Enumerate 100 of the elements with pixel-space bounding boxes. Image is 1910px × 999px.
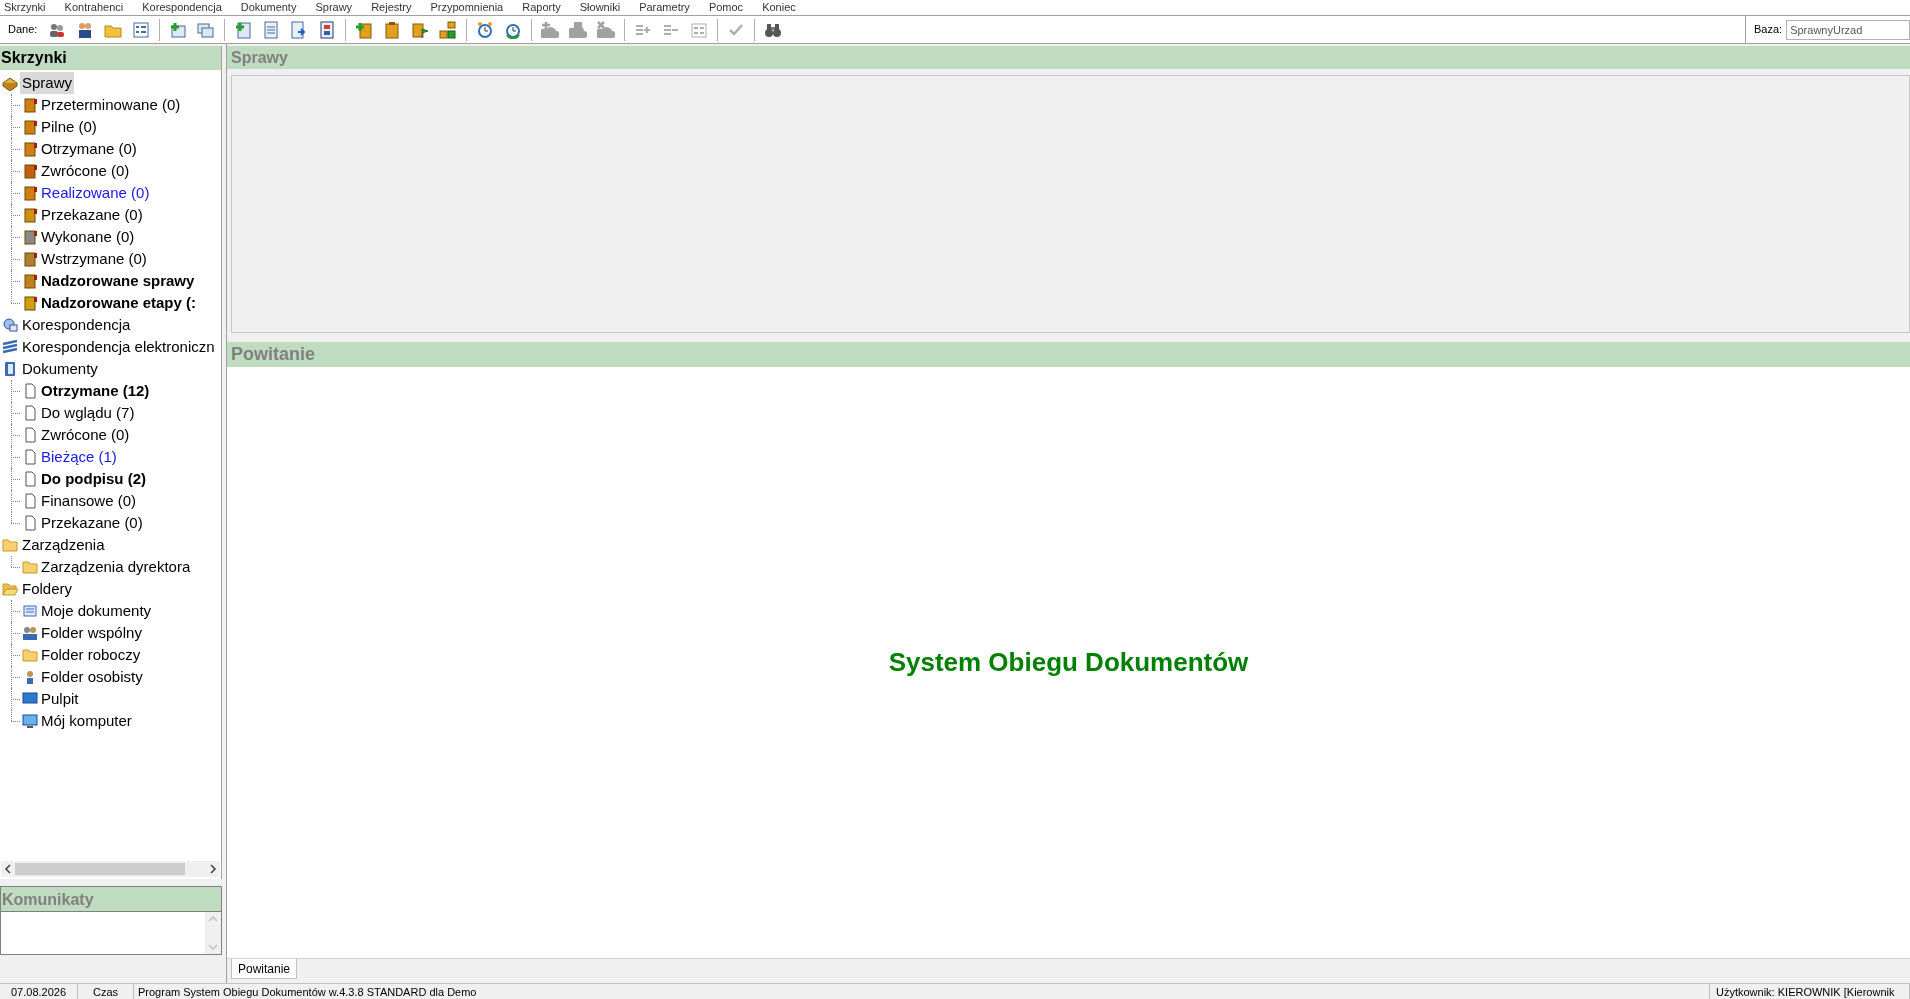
add-case-icon	[355, 20, 374, 39]
tree-item[interactable]: Przekazane (0)	[39, 511, 145, 535]
case-icon	[22, 295, 38, 311]
windows-icon	[197, 20, 216, 39]
folder-icon	[22, 647, 38, 663]
messages-title: Komunikaty	[1, 887, 221, 912]
toolbar-label: Dane:	[8, 22, 38, 38]
case-icon	[22, 273, 38, 289]
tree-item[interactable]: Otrzymane (12)	[39, 379, 152, 403]
sidebar-title: Skrzynki	[0, 46, 221, 70]
tree-item[interactable]: Sprawy	[20, 71, 75, 95]
tree-item[interactable]: Pilne (0)	[39, 115, 99, 139]
tree-item[interactable]: Realizowane (0)	[39, 181, 152, 205]
cloud-icon	[569, 20, 588, 39]
flag-case-icon	[411, 20, 430, 39]
tree-item[interactable]: Folder roboczy	[39, 643, 143, 667]
case-icon	[22, 119, 38, 135]
document-icon	[22, 471, 38, 487]
cloud-delete-icon	[597, 20, 616, 39]
menu-item[interactable]: Korespondencja	[142, 0, 222, 15]
tree-item[interactable]: Folder osobisty	[39, 665, 145, 689]
list-edit-icon	[690, 20, 709, 39]
tree-item[interactable]: Folder wspólny	[39, 621, 144, 645]
cloud-add-icon	[541, 20, 560, 39]
add-window-icon	[169, 20, 188, 39]
tree-item[interactable]: Nadzorowane sprawy	[39, 269, 197, 293]
document-icon	[22, 405, 38, 421]
document-icon	[22, 603, 38, 619]
document-icon	[22, 493, 38, 509]
tree-item[interactable]: Przekazane (0)	[39, 203, 145, 227]
menu-item[interactable]: Dokumenty	[240, 0, 297, 15]
binder-icon	[2, 361, 18, 377]
open-folder-icon	[2, 581, 18, 597]
database-field[interactable]: SprawnyUrzad	[1786, 19, 1910, 40]
tree-item[interactable]: Zarządzenia dyrektora	[39, 555, 193, 579]
status-field: 07.08.2026	[0, 984, 78, 999]
tree-item[interactable]: Nadzorowane etapy (:	[39, 291, 199, 315]
menu-item[interactable]: Przypomnienia	[430, 0, 504, 15]
case-icon	[22, 207, 38, 223]
database-label: Baza:	[1754, 22, 1783, 38]
menu-item[interactable]: Koniec	[762, 0, 796, 15]
status-field: Użytkownik: KIEROWNIK [Kierownik	[1710, 984, 1910, 999]
stack-icon	[2, 339, 18, 355]
case-icon	[22, 141, 38, 157]
tree-item[interactable]: Otrzymane (0)	[39, 137, 139, 161]
tree-item[interactable]: Korespondencja	[20, 313, 133, 337]
menu-item[interactable]: Skrzynki	[4, 0, 46, 15]
users-icon	[22, 625, 38, 641]
case-icon	[22, 185, 38, 201]
scrollbar-thumb[interactable]	[15, 863, 185, 875]
alarm-clock-icon	[476, 20, 495, 39]
folder-icon	[22, 559, 38, 575]
welcome-heading: System Obiegu Dokumentów	[888, 645, 1249, 679]
tree-item[interactable]: Foldery	[20, 577, 75, 601]
document-icon	[22, 427, 38, 443]
menu-item[interactable]: Sprawy	[315, 0, 353, 15]
horizontal-scrollbar[interactable]	[1, 861, 220, 877]
tree-item[interactable]: Do podpisu (2)	[39, 467, 148, 491]
panel-title: Sprawy	[227, 46, 1910, 69]
menu-item[interactable]: Rejestry	[371, 0, 412, 15]
tree-item[interactable]: Zwrócone (0)	[39, 159, 132, 183]
tree-item[interactable]: Mój komputer	[39, 709, 134, 733]
menu-item[interactable]: Raporty	[522, 0, 561, 15]
tree-item[interactable]: Finansowe (0)	[39, 489, 139, 513]
menu-item[interactable]: Parametry	[639, 0, 690, 15]
list-icon	[132, 20, 151, 39]
panel-title: Powitanie	[227, 342, 1910, 367]
tree-item[interactable]: Przeterminowane (0)	[39, 93, 183, 117]
document-icon	[22, 383, 38, 399]
tab[interactable]: Powitanie	[231, 959, 298, 979]
status-field: Program System Obiegu Dokumentów w.4.3.8 STANDARD dla Demo	[134, 984, 1710, 999]
tree-item[interactable]: Zwrócone (0)	[39, 423, 132, 447]
tree-item[interactable]: Pulpit	[39, 687, 81, 711]
document-icon	[262, 20, 281, 39]
monitor-icon	[22, 691, 38, 707]
document-icon	[22, 515, 38, 531]
tree-item[interactable]: Korespondencja elektroniczn	[20, 335, 217, 359]
tree-item[interactable]: Do wglądu (7)	[39, 401, 137, 425]
case-icon	[383, 20, 402, 39]
case-icon	[22, 229, 38, 245]
case-icon	[2, 75, 18, 91]
document-icon	[22, 449, 38, 465]
tree-item[interactable]: Wstrzymane (0)	[39, 247, 149, 271]
case-icon	[22, 163, 38, 179]
tree-item[interactable]: Zarządzenia	[20, 533, 107, 557]
add-document-icon	[234, 20, 253, 39]
case-icon	[22, 97, 38, 113]
computer-icon	[22, 713, 38, 729]
tree-item[interactable]: Wykonane (0)	[39, 225, 137, 249]
folder-icon	[2, 537, 18, 553]
case-icon	[22, 251, 38, 267]
menu-item[interactable]: Pomoc	[708, 0, 744, 15]
status-field: Czas	[78, 984, 134, 999]
menu-item[interactable]: Słowniki	[579, 0, 621, 15]
case-tree-icon	[439, 20, 458, 39]
tree-item[interactable]: Moje dokumenty	[39, 599, 154, 623]
menu-item[interactable]: Kontrahenci	[64, 0, 124, 15]
tree-item[interactable]: Dokumenty	[20, 357, 100, 381]
tree-item[interactable]: Bieżące (1)	[39, 445, 119, 469]
document-list-icon	[318, 20, 337, 39]
